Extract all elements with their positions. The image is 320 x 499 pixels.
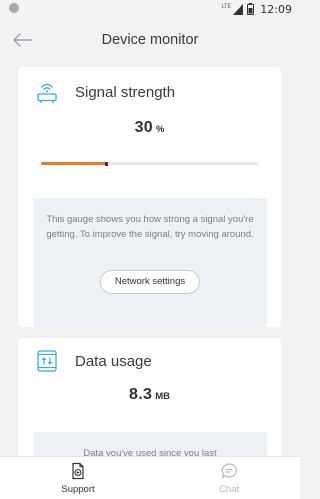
nav-item-chat[interactable]: Chat [189, 457, 269, 499]
chat-bubble-icon [221, 463, 237, 479]
phone-data-icon [37, 350, 57, 372]
signal-progress-fill [41, 162, 107, 165]
notification-dot-icon [9, 3, 19, 13]
nav-label-chat: Chat [218, 484, 240, 495]
network-type-label: LTE [221, 3, 232, 10]
data-usage-title: Data usage [75, 353, 152, 370]
router-wifi-icon [37, 83, 57, 103]
status-indicators: LTE 12:09 [221, 1, 292, 17]
nav-item-support[interactable]: Support [38, 457, 118, 499]
status-time: 12:09 [260, 2, 292, 16]
bottom-navigation: Support Chat [0, 456, 300, 499]
data-value-unit: MB [155, 391, 170, 402]
signal-value-unit: % [155, 124, 165, 135]
signal-strength-value: 30% [18, 119, 281, 137]
data-usage-value: 8.3 MB [18, 386, 281, 404]
battery-icon [247, 3, 255, 15]
signal-progress-marker [105, 161, 109, 166]
signal-value-number: 30 [134, 119, 153, 136]
nav-label-support: Support [61, 484, 95, 495]
support-document-icon [72, 462, 84, 480]
app-header: Device monitor [0, 18, 300, 64]
signal-progress-bar [41, 161, 258, 166]
page-title: Device monitor [101, 32, 199, 48]
data-value-number: 8.3 [129, 386, 153, 403]
signal-info-text: This gauge shows you how strong a signal… [46, 214, 254, 240]
signal-info-box: This gauge shows you how strong a signal… [33, 198, 267, 327]
signal-strength-title: Signal strength [75, 84, 176, 101]
signal-strength-card: Signal strength 30% This gauge shows you… [18, 67, 281, 327]
network-settings-button[interactable]: Network settings [99, 270, 201, 294]
cellular-signal-icon [233, 3, 244, 15]
status-bar: LTE 12:09 [0, 0, 300, 18]
